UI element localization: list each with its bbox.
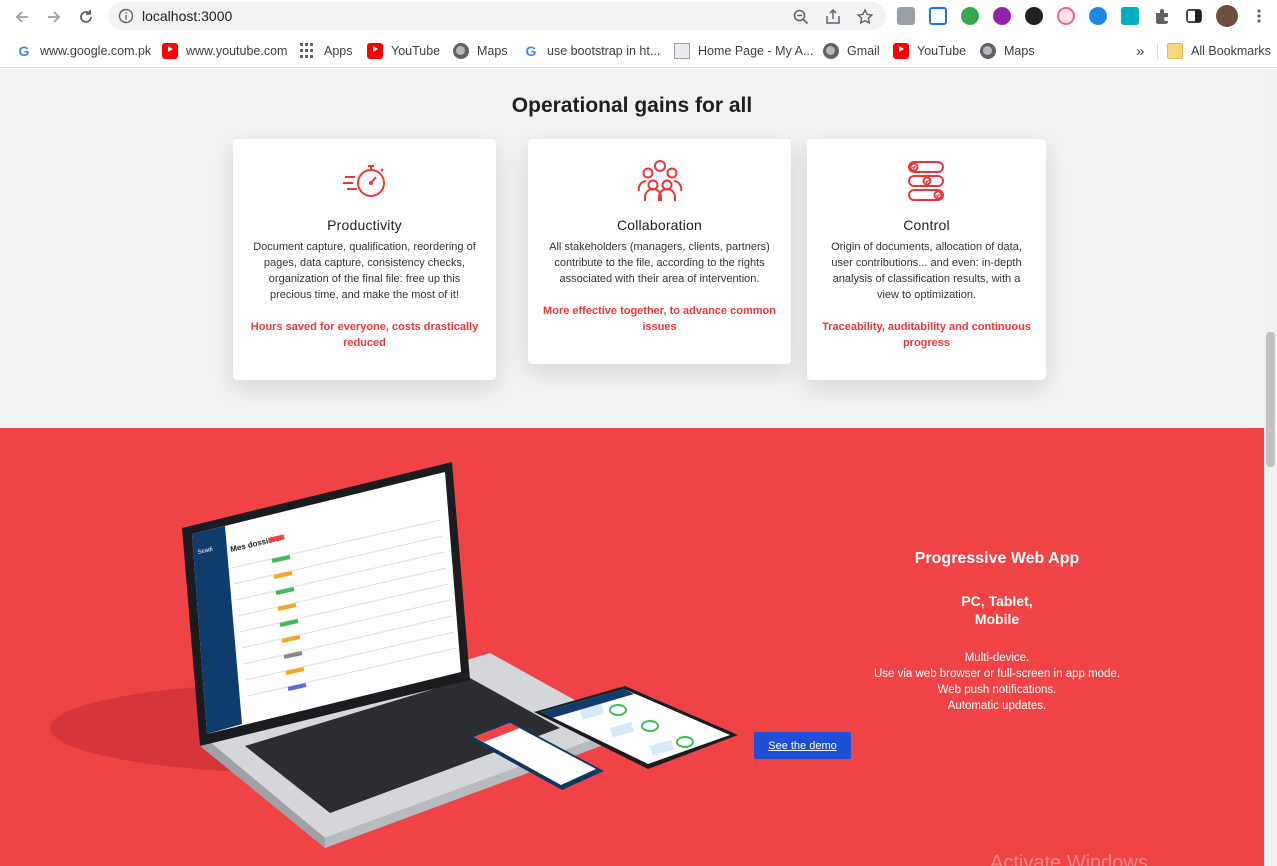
pwa-section: Seadi Mes dossiers Progressive Web App P… (0, 428, 1264, 866)
extension-video-icon[interactable] (1089, 7, 1107, 25)
pwa-devices: PC, Tablet, Mobile (961, 593, 1033, 627)
card-title: Control (903, 217, 950, 233)
zoom-icon[interactable] (792, 8, 810, 26)
youtube-icon (162, 43, 178, 59)
checklist-flow-icon (907, 161, 944, 201)
extensions-puzzle-icon[interactable] (1153, 7, 1171, 25)
card-title: Collaboration (616, 217, 703, 233)
scrollbar-thumb[interactable] (1266, 332, 1275, 467)
page-viewport: Operational gains for all Productivity D… (0, 69, 1264, 866)
card-text: Document capture, qualification, reorder… (253, 241, 476, 301)
feature-web-browser: Use via web browser or full-screen in ap… (873, 668, 1121, 680)
card-title: Productivity (327, 217, 402, 233)
operational-gains-section: Operational gains for all Productivity D… (0, 69, 1264, 428)
bookmark-gmail[interactable]: Gmail (823, 43, 880, 59)
extension-copy-icon[interactable] (1121, 7, 1139, 25)
address-bar[interactable]: localhost:3000 (108, 2, 886, 30)
back-arrow-icon (15, 11, 28, 23)
device-mockup-illustration: Seadi Mes dossiers (50, 462, 738, 848)
bookmark-google[interactable]: G www.google.com.pk (16, 43, 152, 59)
pwa-features: Multi-device. Use via web browser or ful… (860, 650, 1134, 714)
reload-button[interactable] (74, 5, 98, 29)
control-card: Control Origin of documents, allocation … (807, 139, 1046, 380)
globe-icon (823, 43, 839, 59)
extension-screen-icon[interactable] (929, 7, 947, 25)
bookmark-youtube-url[interactable]: www.youtube.com (162, 43, 287, 59)
bookmarks-bar: G www.google.com.pk www.youtube.com Apps… (0, 34, 1277, 68)
profile-avatar[interactable] (1216, 5, 1238, 27)
google-icon: G (525, 43, 537, 59)
collaboration-card: Collaboration All stakeholders (managers… (528, 139, 791, 364)
productivity-card: Productivity Document capture, qualifica… (233, 139, 496, 380)
see-the-demo-button[interactable]: See the demo (754, 732, 851, 759)
document-icon (674, 43, 690, 59)
bookmark-youtube[interactable]: YouTube (367, 43, 440, 59)
extension-circle-icon[interactable] (993, 7, 1011, 25)
url-text[interactable]: localhost:3000 (142, 8, 232, 24)
stopwatch-icon (342, 165, 385, 197)
site-info-icon[interactable] (118, 8, 134, 24)
extension-photo-icon[interactable] (897, 7, 915, 25)
forward-button[interactable] (42, 5, 66, 29)
card-highlight: Traceability, auditability and continuou… (822, 321, 1031, 349)
extension-bulb-icon[interactable] (961, 7, 979, 25)
feature-push-notifications: Web push notifications. (937, 684, 1057, 696)
card-highlight: More effective together, to advance comm… (543, 305, 776, 333)
youtube-icon (367, 43, 383, 59)
google-icon: G (18, 43, 30, 59)
bookmark-home-page[interactable]: Home Page - My A... (674, 43, 813, 59)
team-icon (637, 160, 682, 201)
bookmark-maps[interactable]: Maps (453, 43, 508, 59)
bookmark-star-icon[interactable] (856, 8, 874, 26)
side-panel-icon[interactable] (1185, 7, 1203, 25)
feature-automatic-updates: Automatic updates. (947, 700, 1047, 712)
bookmarks-divider (1157, 43, 1158, 59)
all-bookmarks-folder[interactable]: All Bookmarks (1167, 43, 1271, 59)
extension-f-icon[interactable] (1025, 7, 1043, 25)
reload-icon (80, 10, 92, 23)
menu-kebab-icon[interactable] (1250, 7, 1268, 25)
card-text: All stakeholders (managers, clients, par… (549, 241, 770, 285)
globe-icon (980, 43, 996, 59)
browser-toolbar: localhost:3000 (0, 0, 1277, 34)
feature-multi-device: Multi-device. (964, 652, 1030, 664)
pwa-title: Progressive Web App (914, 550, 1080, 567)
bookmark-bootstrap[interactable]: G use bootstrap in ht... (523, 43, 661, 59)
folder-icon (1167, 43, 1183, 59)
forward-arrow-icon (48, 11, 61, 23)
bookmark-maps-2[interactable]: Maps (980, 43, 1035, 59)
activate-windows-watermark: Activate Windows (990, 852, 1148, 866)
bookmark-youtube-2[interactable]: YouTube (893, 43, 966, 59)
page-scrollbar[interactable] (1264, 69, 1277, 866)
bookmark-apps[interactable]: Apps (300, 43, 353, 59)
pwa-text-block: Progressive Web App PC, Tablet, Mobile M… (860, 550, 1134, 714)
youtube-icon (893, 43, 909, 59)
more-bookmarks-button[interactable]: » (1136, 43, 1144, 60)
globe-icon (453, 43, 469, 59)
share-icon[interactable] (824, 8, 842, 26)
extension-bug-icon[interactable] (1057, 7, 1075, 25)
card-text: Origin of documents, allocation of data,… (831, 241, 1022, 301)
section-title: Operational gains for all (511, 94, 753, 117)
apps-grid-icon (300, 43, 316, 59)
card-highlight: Hours saved for everyone, costs drastica… (250, 321, 479, 349)
back-button[interactable] (10, 5, 34, 29)
